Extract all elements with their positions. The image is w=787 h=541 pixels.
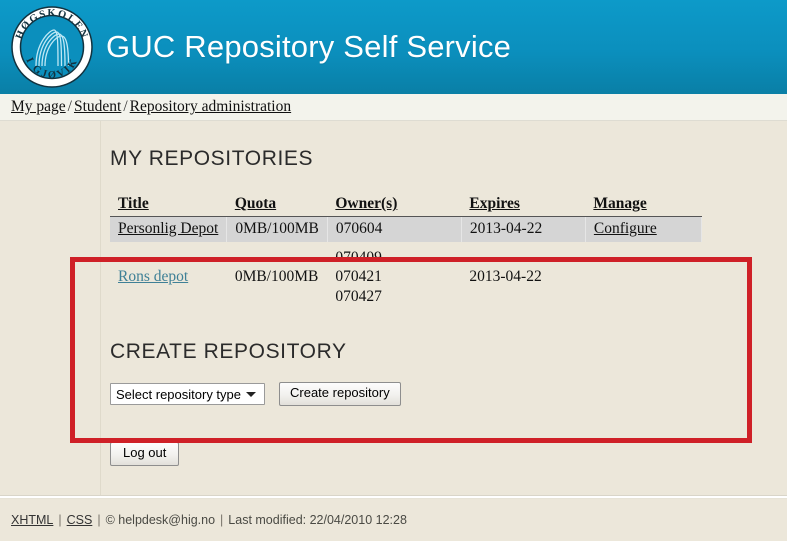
breadcrumb-separator: / bbox=[123, 98, 128, 115]
column-header-expires: Expires bbox=[461, 193, 586, 217]
footer-separator: | bbox=[58, 513, 62, 527]
breadcrumb-bar: My page / Student / Repository administratio… bbox=[0, 94, 787, 121]
owner-id: 070427 bbox=[335, 287, 382, 305]
footer-separator: | bbox=[97, 513, 101, 527]
column-header-owners: Owner(s) bbox=[327, 193, 462, 217]
footer-copyright: © helpdesk@hig.no bbox=[105, 513, 216, 527]
cell-quota: 0MB/100MB bbox=[226, 216, 328, 242]
repository-type-select-value: Select repository type bbox=[116, 386, 242, 402]
cell-owners: 070409 070421 070427 bbox=[327, 242, 461, 314]
owner-id: 070409 bbox=[335, 249, 382, 266]
footer-separator: | bbox=[220, 513, 224, 527]
repository-link-personlig-depot[interactable]: Personlig Depot bbox=[118, 220, 218, 237]
site-title: GUC Repository Self Service bbox=[106, 29, 512, 64]
column-header-manage: Manage bbox=[585, 193, 702, 217]
site-footer: XHTML | CSS | © helpdesk@hig.no | Last m… bbox=[0, 499, 787, 541]
create-repository-form: Select repository type Create repository bbox=[110, 382, 787, 407]
chevron-down-icon bbox=[246, 392, 256, 398]
my-repositories-heading: MY REPOSITORIES bbox=[110, 147, 314, 170]
repository-link-rons-depot[interactable]: Rons depot bbox=[118, 268, 188, 285]
css-link[interactable]: CSS bbox=[67, 513, 93, 527]
hig-seal-icon: HØGSKOLEN I GJØVIK bbox=[11, 6, 93, 88]
page-root: HØGSKOLEN I GJØVIK GUC Repository Self S… bbox=[0, 0, 787, 541]
breadcrumb-link-student[interactable]: Student bbox=[74, 98, 121, 115]
owner-id: 070421 bbox=[335, 268, 382, 286]
breadcrumb-link-repository-administration[interactable]: Repository administration bbox=[130, 98, 291, 115]
cell-manage: Configure bbox=[585, 216, 702, 242]
logout-row: Log out bbox=[110, 442, 787, 466]
hig-logo: HØGSKOLEN I GJØVIK bbox=[6, 3, 98, 91]
configure-link[interactable]: Configure bbox=[594, 220, 657, 237]
column-header-quota: Quota bbox=[226, 193, 328, 217]
table-row: Personlig Depot 0MB/100MB 070604 2013-04… bbox=[110, 216, 702, 242]
site-header: HØGSKOLEN I GJØVIK GUC Repository Self S… bbox=[0, 0, 787, 94]
cell-owners: 070604 bbox=[327, 216, 462, 242]
breadcrumb: My page / Student / Repository administratio… bbox=[11, 98, 291, 116]
cell-expires: 2013-04-22 bbox=[469, 268, 542, 286]
main-content: MY REPOSITORIES Title Quota Owner(s) Exp… bbox=[0, 121, 787, 495]
create-repository-heading: CREATE REPOSITORY bbox=[110, 340, 347, 364]
repositories-table: Title Quota Owner(s) Expires Manage Pers… bbox=[110, 193, 702, 314]
breadcrumb-link-my-page[interactable]: My page bbox=[11, 98, 66, 115]
cell-expires: 2013-04-22 bbox=[461, 216, 586, 242]
create-repository-button[interactable]: Create repository bbox=[279, 382, 401, 407]
content-left-rule bbox=[100, 121, 101, 495]
content-column: MY REPOSITORIES Title Quota Owner(s) Exp… bbox=[110, 121, 787, 495]
table-header-row: Title Quota Owner(s) Expires Manage bbox=[110, 193, 702, 217]
xhtml-link[interactable]: XHTML bbox=[11, 513, 53, 527]
breadcrumb-separator: / bbox=[67, 98, 72, 115]
table-row: Rons depot 0MB/100MB 070409 070421 07042… bbox=[110, 242, 701, 314]
cell-manage bbox=[585, 242, 701, 314]
footer-last-modified: Last modified: 22/04/2010 12:28 bbox=[228, 513, 407, 527]
logout-button[interactable]: Log out bbox=[110, 442, 180, 466]
cell-title: Rons depot bbox=[110, 242, 227, 314]
column-header-title: Title bbox=[110, 193, 227, 217]
cell-title: Personlig Depot bbox=[110, 216, 228, 242]
cell-quota: 0MB/100MB bbox=[234, 268, 319, 286]
repository-type-select[interactable]: Select repository type bbox=[110, 383, 265, 406]
